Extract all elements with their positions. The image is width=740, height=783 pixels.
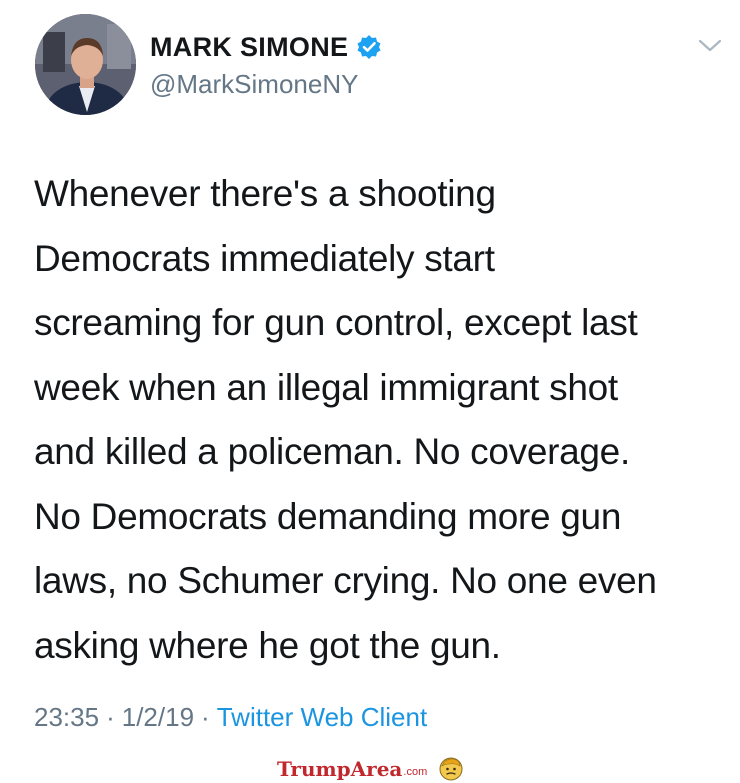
watermark: TrumpArea .com — [277, 756, 463, 782]
tweet-date[interactable]: 1/2/19 — [122, 700, 194, 734]
chevron-down-icon[interactable] — [697, 36, 723, 56]
tweet-time[interactable]: 23:35 — [34, 700, 99, 734]
trump-face-icon — [439, 757, 463, 781]
tweet-text: Whenever there's a shooting Democrats im… — [34, 173, 657, 666]
verified-badge-icon — [356, 34, 382, 60]
author-row: MARK SIMONE — [150, 30, 382, 64]
meta-separator: · — [201, 702, 210, 732]
author-name[interactable]: MARK SIMONE — [150, 30, 348, 64]
tweet-client-link[interactable]: Twitter Web Client — [217, 700, 427, 734]
watermark-tld: .com — [403, 766, 428, 778]
tweet-card: MARK SIMONE @MarkSimoneNY Whenever there… — [0, 0, 740, 750]
avatar[interactable] — [35, 14, 136, 115]
avatar-photo — [35, 14, 136, 115]
tweet-meta: 23:35 · 1/2/19 · Twitter Web Client — [34, 700, 427, 734]
watermark-brand: TrumpArea — [277, 757, 403, 781]
meta-separator: · — [106, 702, 115, 732]
author-handle[interactable]: @MarkSimoneNY — [150, 68, 358, 100]
